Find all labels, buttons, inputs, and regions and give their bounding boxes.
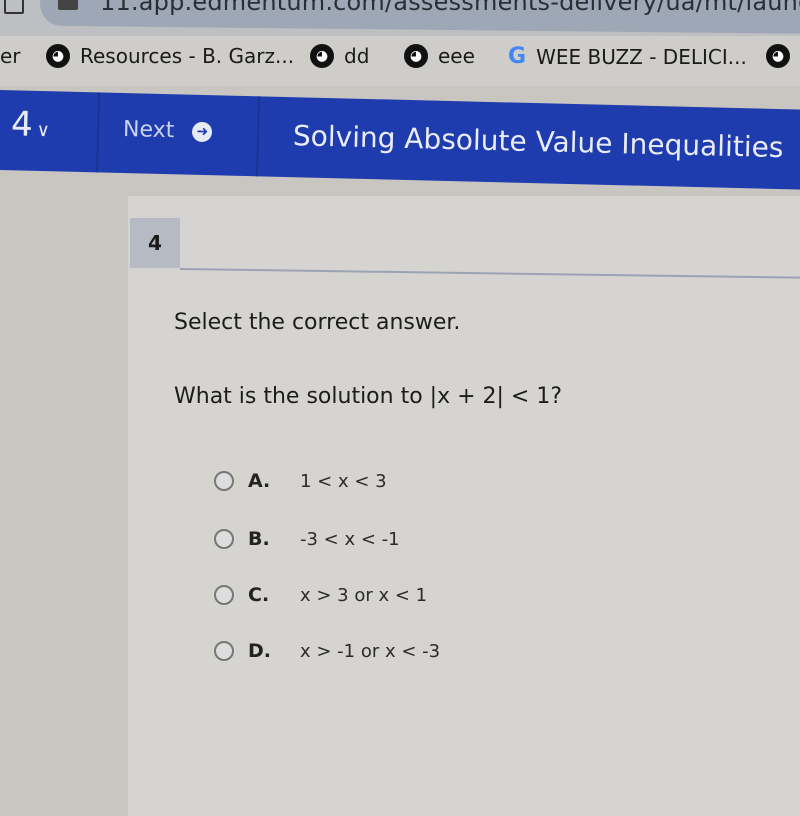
google-icon: G — [508, 44, 527, 69]
browser-toolbar: 11.app.edmentum.com/assessments-delivery… — [0, 0, 800, 36]
question-card — [128, 196, 800, 816]
radio-button[interactable] — [214, 585, 234, 605]
bookmark-item[interactable]: ◕ — [766, 44, 790, 68]
globe-icon: ◕ — [766, 44, 790, 68]
question-prompt-math: |x + 2| < 1? — [429, 384, 563, 409]
radio-button[interactable] — [214, 641, 234, 661]
question-prompt: What is the solution to |x + 2| < 1? — [174, 384, 562, 409]
question-selector-number: 4 — [10, 104, 34, 145]
nav-divider — [96, 92, 100, 173]
bookmark-label: dd — [344, 44, 370, 68]
bookmark-label: er — [0, 44, 21, 68]
radio-button[interactable] — [214, 529, 234, 549]
option-text: 1 < x < 3 — [300, 470, 387, 492]
chevron-down-icon: ∨ — [36, 119, 51, 142]
radio-button[interactable] — [214, 471, 234, 491]
next-button[interactable]: Next ➜ — [123, 117, 213, 144]
globe-icon: ◕ — [310, 44, 334, 68]
option-text: x > 3 or x < 1 — [300, 584, 428, 606]
answer-option-b[interactable]: B. -3 < x < -1 — [214, 528, 400, 550]
assessment-navbar: 4 ∨ Next ➜ Solving Absolute Value Inequal… — [0, 90, 800, 191]
next-label: Next — [122, 117, 175, 144]
answer-option-a[interactable]: A. 1 < x < 3 — [214, 470, 387, 492]
question-instruction: Select the correct answer. — [174, 310, 461, 335]
url-text[interactable]: 11.app.edmentum.com/assessments-delivery… — [100, 0, 800, 16]
question-number-badge: 4 — [130, 218, 180, 268]
tab-icon[interactable] — [4, 0, 24, 14]
bookmark-item[interactable]: ◕ eee — [404, 44, 475, 68]
lesson-title: Solving Absolute Value Inequalities — [292, 119, 784, 165]
option-letter: A. — [248, 470, 271, 492]
option-text: -3 < x < -1 — [300, 528, 400, 550]
bookmark-label: WEE BUZZ - DELICI... — [536, 44, 747, 69]
question-selector[interactable]: 4 ∨ — [11, 104, 51, 145]
bookmark-item[interactable]: ◕ Resources - B. Garz... — [46, 44, 294, 68]
answer-option-c[interactable]: C. x > 3 or x < 1 — [214, 584, 427, 606]
bookmark-item[interactable]: er — [0, 44, 21, 68]
bookmark-label: eee — [438, 44, 475, 68]
site-info-icon[interactable] — [58, 0, 78, 10]
option-letter: D. — [248, 640, 271, 662]
bookmark-label: Resources - B. Garz... — [80, 44, 295, 68]
globe-icon: ◕ — [46, 44, 70, 68]
question-prompt-text: What is the solution to — [174, 384, 430, 409]
option-letter: C. — [248, 584, 270, 606]
bookmark-item[interactable]: G WEE BUZZ - DELICI... — [508, 44, 747, 69]
bookmark-item[interactable]: ◕ dd — [310, 44, 369, 68]
globe-icon: ◕ — [404, 44, 428, 68]
option-letter: B. — [248, 528, 270, 550]
arrow-right-circle-icon: ➜ — [192, 121, 213, 142]
nav-divider — [255, 96, 260, 177]
option-text: x > -1 or x < -3 — [300, 640, 441, 662]
answer-option-d[interactable]: D. x > -1 or x < -3 — [214, 640, 440, 662]
